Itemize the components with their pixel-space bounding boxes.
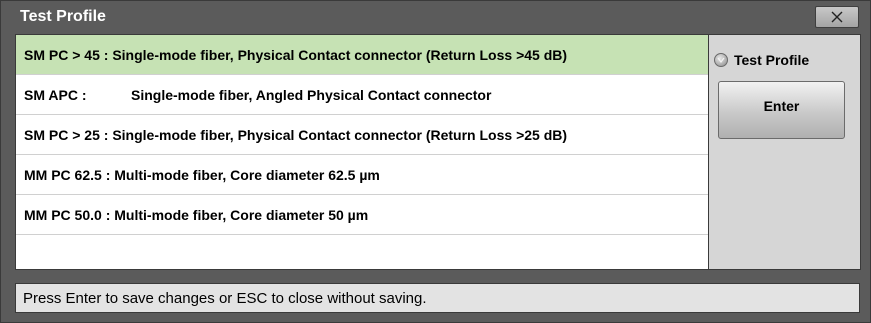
status-message: Press Enter to save changes or ESC to cl… <box>23 289 427 307</box>
close-x-icon <box>830 11 844 23</box>
list-item-sm-pc-25[interactable]: SM PC > 25 : Single-mode fiber, Physical… <box>16 115 708 155</box>
dialog-title: Test Profile <box>20 8 106 25</box>
profile-code: MM PC 62.5 <box>24 166 102 183</box>
list-item-mm-pc-50[interactable]: MM PC 50.0 : Multi-mode fiber, Core diam… <box>16 195 708 235</box>
radio-check-icon <box>714 53 728 67</box>
profile-description: Single-mode fiber, Angled Physical Conta… <box>131 86 492 103</box>
list-item-sm-pc-45[interactable]: SM PC > 45 : Single-mode fiber, Physical… <box>16 35 708 75</box>
profile-code: SM APC : <box>24 86 87 103</box>
profile-separator: : <box>101 166 115 183</box>
radio-label: Test Profile <box>734 52 810 68</box>
list-item-mm-pc-62-5[interactable]: MM PC 62.5 : Multi-mode fiber, Core diam… <box>16 155 708 195</box>
side-panel: Test Profile Enter <box>709 34 861 270</box>
close-button[interactable] <box>815 6 859 28</box>
enter-button[interactable]: Enter <box>718 81 845 139</box>
profile-description: Single-mode fiber, Physical Contact conn… <box>112 126 568 143</box>
profile-list: SM PC > 45 : Single-mode fiber, Physical… <box>15 34 709 270</box>
profile-description: Multi-mode fiber, Core diameter 50 µm <box>114 206 369 223</box>
list-empty-row <box>16 235 708 269</box>
profile-code: MM PC 50.0 <box>24 206 102 223</box>
profile-description: Single-mode fiber, Physical Contact conn… <box>112 46 568 63</box>
list-item-sm-apc[interactable]: SM APC : Single-mode fiber, Angled Physic… <box>16 75 708 115</box>
test-profile-dialog: Test Profile SM PC > 45 : Single-mode fi… <box>0 0 871 323</box>
profile-code: SM PC > 25 <box>24 126 100 143</box>
profile-separator: : <box>99 46 113 63</box>
test-profile-radio[interactable]: Test Profile <box>714 52 809 68</box>
status-bar: Press Enter to save changes or ESC to cl… <box>15 283 860 313</box>
profile-code: SM PC > 45 <box>24 46 100 63</box>
profile-separator: : <box>99 126 113 143</box>
profile-description: Multi-mode fiber, Core diameter 62.5 µm <box>114 166 380 183</box>
title-bar: Test Profile <box>1 1 870 31</box>
profile-separator: : <box>101 206 115 223</box>
